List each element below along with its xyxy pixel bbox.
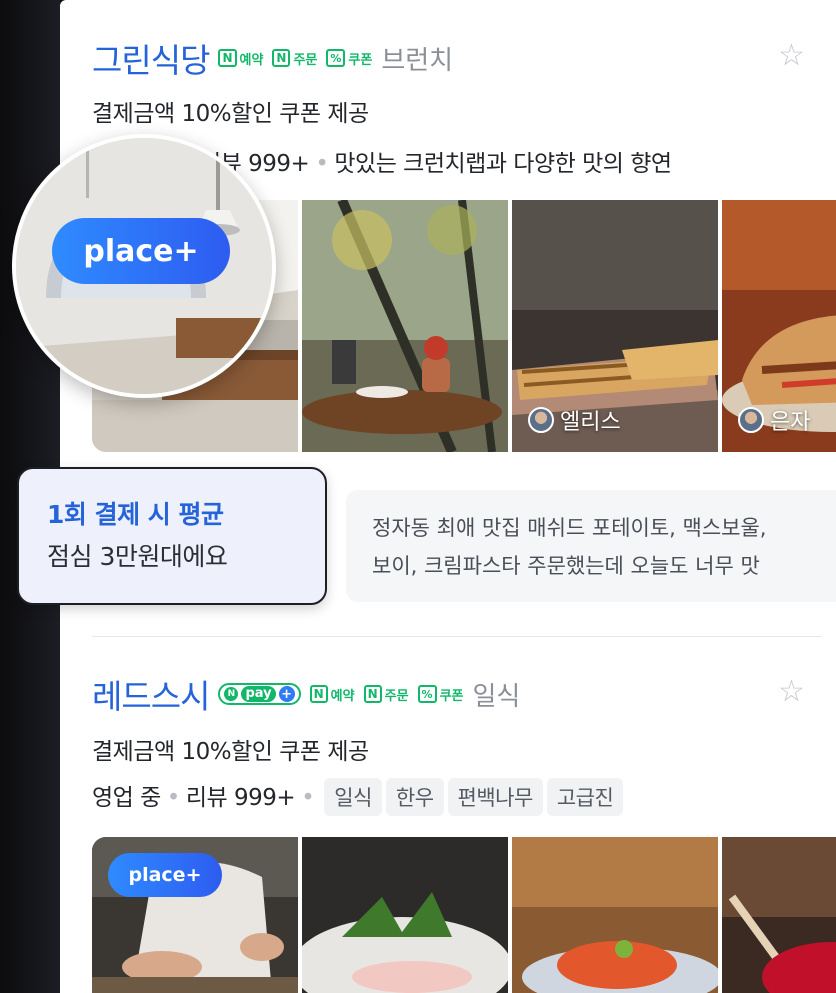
coupon-chip[interactable]: % 쿠폰 <box>326 49 372 68</box>
photo-chef[interactable]: place+ <box>92 837 298 993</box>
listing-divider <box>92 636 822 637</box>
reviewer-avatar <box>738 407 764 433</box>
reservation-chip[interactable]: N 예약 <box>218 49 263 68</box>
open-status: 영업 중 <box>92 785 161 811</box>
category-label: 일식 <box>472 681 521 712</box>
average-price-tooltip: 1회 결제 시 평균 점심 3만원대에요 <box>17 467 327 605</box>
separator-dot: • <box>166 785 181 811</box>
keyword-tag[interactable]: 고급진 <box>546 778 624 816</box>
naver-n-icon: N <box>309 685 328 703</box>
photo-sushi[interactable] <box>512 837 718 993</box>
restaurant-name[interactable]: 레드스시 <box>92 670 210 718</box>
description: 맛있는 크런치랩과 다양한 맛의 향연 <box>334 151 672 177</box>
photo-gallery[interactable]: place+ <box>92 837 836 993</box>
reviewer-name: 엘리스 <box>560 410 621 435</box>
coupon-label: 쿠폰 <box>439 688 464 704</box>
tooltip-title: 1회 결제 시 평균 <box>47 500 224 529</box>
coupon-percent-icon: % <box>326 49 346 67</box>
star-outline-icon[interactable]: ☆ <box>778 674 805 709</box>
coupon-text: 결제금액 10%할인 쿠폰 제공 <box>92 101 369 127</box>
separator-dot: • <box>301 785 315 811</box>
category-label: 브런치 <box>381 45 454 76</box>
reviewer-avatar <box>528 407 554 433</box>
order-chip[interactable]: N 주문 <box>363 685 409 704</box>
restaurant-name[interactable]: 그린식당 <box>92 34 210 82</box>
naver-n-icon: N <box>363 685 382 703</box>
naver-n-icon: N <box>218 49 237 67</box>
reservation-label: 예약 <box>239 52 264 68</box>
naver-n-icon: N <box>272 49 291 67</box>
keyword-tag[interactable]: 일식 <box>324 778 382 816</box>
zoom-circle-cafe: place+ <box>12 134 276 398</box>
tooltip-body: 점심 3만원대에요 <box>47 542 228 571</box>
photo-tuna[interactable] <box>722 837 836 993</box>
coupon-chip[interactable]: % 쿠폰 <box>417 685 464 704</box>
photo-sandwich[interactable]: 은자 <box>722 200 836 452</box>
review-snippet-line: 정자동 최애 맛집 매쉬드 포테이토, 맥스보울, <box>372 516 767 540</box>
order-label: 주문 <box>293 52 318 68</box>
order-label: 주문 <box>384 688 409 704</box>
photo-cafe-table[interactable] <box>302 200 508 452</box>
reviewer-tag[interactable]: 은자 <box>738 404 810 436</box>
meta-row: 리뷰 999+ • 맛있는 크런치랩과 다양한 맛의 향연 <box>200 144 672 178</box>
place-plus-badge: place+ <box>52 218 230 284</box>
reviewer-tag[interactable]: 엘리스 <box>528 404 621 436</box>
review-snippet-line: 보이, 크림파스타 주문했는데 오늘도 너무 맛 <box>372 554 760 578</box>
star-outline-icon[interactable]: ☆ <box>778 38 805 73</box>
coupon-percent-icon: % <box>417 685 437 703</box>
keyword-tag[interactable]: 편백나무 <box>447 778 543 816</box>
reservation-label: 예약 <box>330 688 355 704</box>
listing-title-row: 그린식당 N 예약 N 주문 % 쿠폰 브런치 <box>92 34 453 82</box>
naver-n-icon: N <box>224 687 239 701</box>
reviewer-name: 은자 <box>770 410 811 435</box>
keyword-tag[interactable]: 한우 <box>385 778 444 816</box>
reservation-chip[interactable]: N 예약 <box>309 685 355 704</box>
meta-row: 영업 중 • 리뷰 999+ • 일식 한우 편백나무 고급진 <box>92 778 624 816</box>
photo-panini[interactable]: 엘리스 <box>512 200 718 452</box>
photo-sashimi[interactable] <box>302 837 508 993</box>
plus-icon: + <box>278 686 295 702</box>
listing-title-row: 레드스시 N pay + N 예약 N 주문 % 쿠폰 일식 <box>92 670 520 718</box>
place-plus-badge: place+ <box>108 853 222 897</box>
pay-label: pay <box>241 686 276 702</box>
coupon-text: 결제금액 10%할인 쿠폰 제공 <box>92 739 369 765</box>
separator-dot: • <box>315 151 329 177</box>
order-chip[interactable]: N 주문 <box>272 49 317 68</box>
coupon-label: 쿠폰 <box>348 52 373 68</box>
naver-pay-plus-badge[interactable]: N pay + <box>218 683 301 705</box>
review-count[interactable]: 리뷰 999+ <box>186 785 296 811</box>
review-snippet[interactable]: 정자동 최애 맛집 매쉬드 포테이토, 맥스보울, 보이, 크림파스타 주문했는… <box>346 490 836 602</box>
